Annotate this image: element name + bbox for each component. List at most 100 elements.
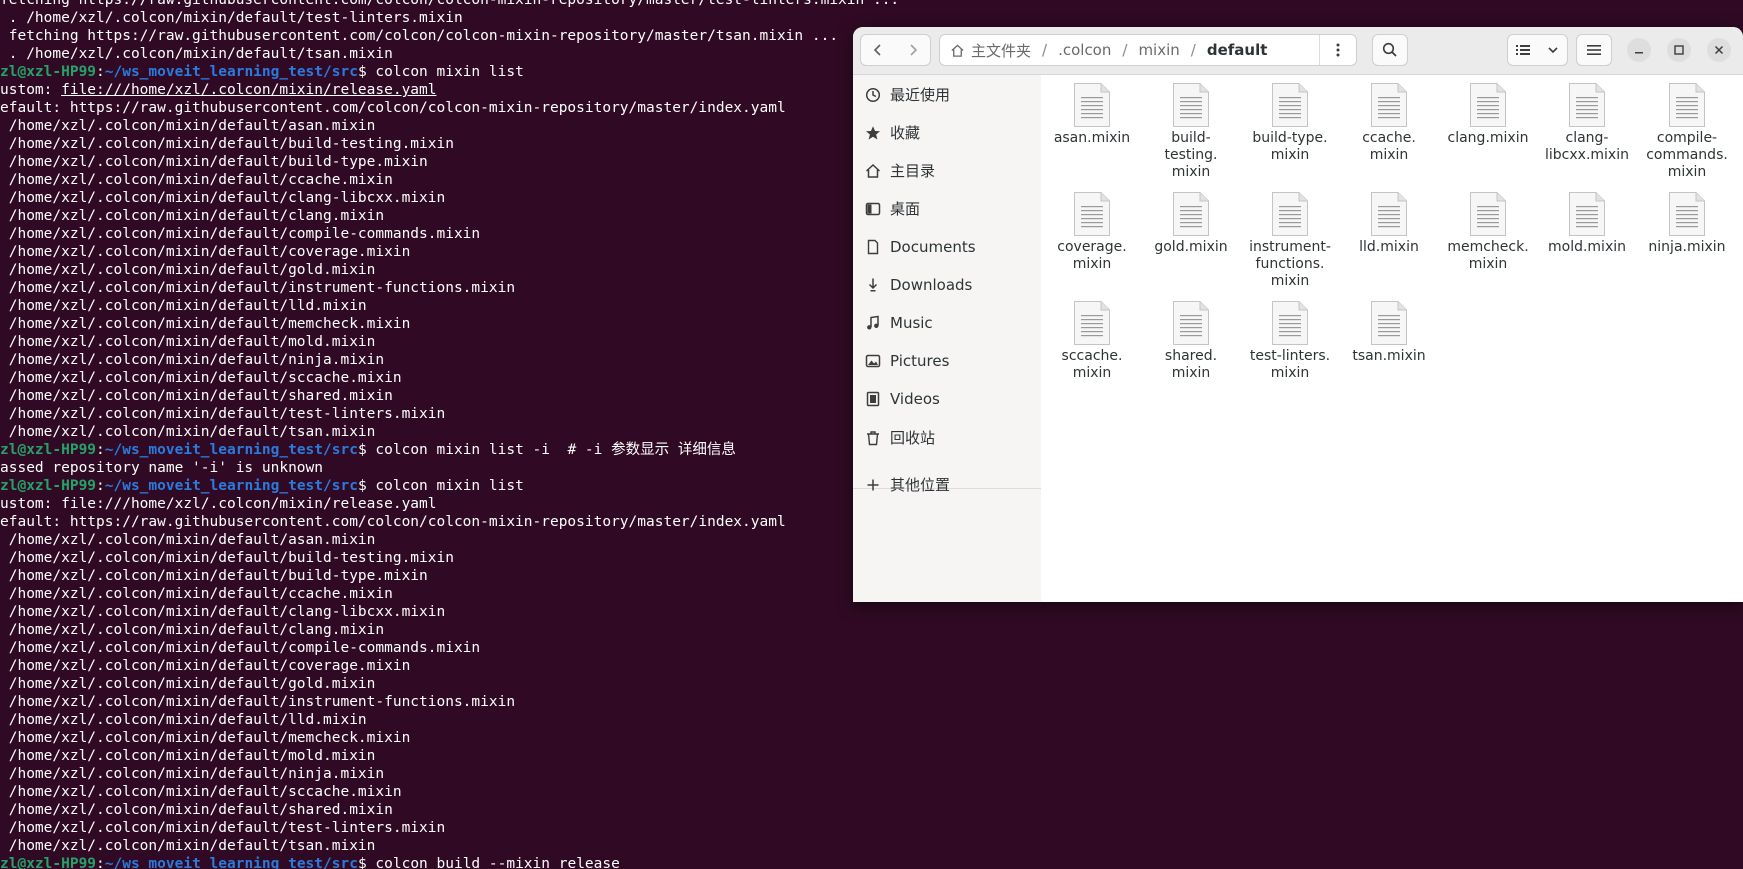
terminal-line: /home/xzl/.colcon/mixin/default/ninja.mi… bbox=[0, 766, 385, 782]
path-segment-mixin[interactable]: mixin bbox=[1138, 41, 1179, 59]
prompt-path: ~/ws_moveit_learning_test/src bbox=[104, 442, 358, 458]
maximize-button[interactable] bbox=[1667, 38, 1691, 62]
sidebar-item-label: Pictures bbox=[890, 352, 950, 370]
minimize-icon bbox=[1635, 52, 1643, 54]
text-file-icon bbox=[1271, 300, 1309, 346]
file-item[interactable]: tsan.mixin bbox=[1341, 293, 1437, 365]
file-item[interactable]: memcheck. mixin bbox=[1440, 184, 1536, 273]
chevron-right-icon bbox=[909, 44, 917, 56]
text-file-icon bbox=[1172, 191, 1210, 237]
file-item[interactable]: build-type. mixin bbox=[1242, 75, 1338, 164]
sidebar-item-desktop[interactable]: 桌面 bbox=[853, 191, 1041, 227]
prompt-dollar: $ bbox=[357, 64, 376, 80]
list-view-button[interactable] bbox=[1507, 34, 1539, 66]
terminal-line: /home/xzl/.colcon/mixin/default/shared.m… bbox=[0, 802, 393, 818]
terminal-line: /home/xzl/.colcon/mixin/default/coverage… bbox=[0, 244, 411, 260]
file-link[interactable]: file:///home/xzl/.colcon/mixin/release.y… bbox=[61, 82, 436, 98]
home-icon bbox=[865, 163, 881, 179]
sidebar-item-label: 主目录 bbox=[890, 162, 936, 180]
sidebar-item-other-locations[interactable]: 其他位置 bbox=[853, 467, 1041, 503]
file-item[interactable]: compile- commands. mixin bbox=[1639, 75, 1735, 181]
path-segment-home[interactable]: 主文件夹 bbox=[971, 40, 1031, 61]
text-file-icon bbox=[1370, 191, 1408, 237]
terminal-line: assed repository name '-i' is unknown bbox=[0, 460, 324, 476]
terminal-line: fetching https://raw.githubusercontent.c… bbox=[0, 0, 900, 8]
terminal-line: /home/xzl/.colcon/mixin/default/gold.mix… bbox=[0, 676, 376, 692]
terminal-line: . /home/xzl/.colcon/mixin/default/tsan.m… bbox=[0, 46, 393, 62]
file-name: asan.mixin bbox=[1053, 130, 1131, 146]
file-item[interactable]: clang.mixin bbox=[1440, 75, 1536, 147]
file-name: mold.mixin bbox=[1547, 239, 1626, 255]
prompt-colon: : bbox=[96, 478, 105, 494]
list-view-icon bbox=[1516, 45, 1530, 55]
file-item[interactable]: gold.mixin bbox=[1143, 184, 1239, 256]
terminal-line: /home/xzl/.colcon/mixin/default/ccache.m… bbox=[0, 586, 393, 602]
close-icon bbox=[1714, 45, 1724, 55]
sidebar-item-recent[interactable]: 最近使用 bbox=[853, 77, 1041, 113]
prompt-dollar: $ bbox=[357, 856, 376, 869]
main-menu-button[interactable] bbox=[1576, 34, 1612, 66]
file-name: gold.mixin bbox=[1154, 239, 1228, 255]
file-name: build-type. mixin bbox=[1252, 130, 1328, 163]
file-item[interactable]: lld.mixin bbox=[1341, 184, 1437, 256]
file-name: shared. mixin bbox=[1164, 348, 1218, 381]
sidebar-item-trash[interactable]: 回收站 bbox=[853, 420, 1041, 456]
forward-button[interactable] bbox=[895, 34, 931, 66]
file-item[interactable]: clang- libcxx.mixin bbox=[1539, 75, 1635, 164]
file-item[interactable]: sccache. mixin bbox=[1044, 293, 1140, 382]
text-file-icon bbox=[1073, 82, 1111, 128]
file-name: test-linters. mixin bbox=[1249, 348, 1331, 381]
sidebar-item-music[interactable]: Music bbox=[853, 305, 1041, 341]
sidebar-item-pictures[interactable]: Pictures bbox=[853, 343, 1041, 379]
terminal-line: /home/xzl/.colcon/mixin/default/ninja.mi… bbox=[0, 352, 385, 368]
file-manager-window: 主文件夹 / .colcon / mixin / default 最近使用 收藏… bbox=[853, 27, 1743, 602]
sidebar-item-downloads[interactable]: Downloads bbox=[853, 267, 1041, 303]
file-item[interactable]: ccache. mixin bbox=[1341, 75, 1437, 164]
file-item[interactable]: test-linters. mixin bbox=[1242, 293, 1338, 382]
sidebar-item-label: 桌面 bbox=[890, 200, 921, 218]
file-item[interactable]: build- testing. mixin bbox=[1143, 75, 1239, 181]
file-item[interactable]: instrument- functions. mixin bbox=[1242, 184, 1338, 290]
command-text: colcon build --mixin release bbox=[375, 856, 620, 869]
minimize-button[interactable] bbox=[1627, 38, 1651, 62]
text-file-icon bbox=[1668, 191, 1706, 237]
sidebar-item-starred[interactable]: 收藏 bbox=[853, 115, 1041, 151]
file-name: tsan.mixin bbox=[1352, 348, 1426, 364]
back-button[interactable] bbox=[860, 34, 896, 66]
terminal-line: /home/xzl/.colcon/mixin/default/mold.mix… bbox=[0, 748, 376, 764]
sidebar-item-label: Videos bbox=[890, 390, 940, 408]
terminal-line: /home/xzl/.colcon/mixin/default/compile-… bbox=[0, 226, 481, 242]
terminal-line: zl@xzl-HP99:~/ws_moveit_learning_test/sr… bbox=[0, 441, 736, 459]
path-segment-colcon[interactable]: .colcon bbox=[1058, 41, 1111, 59]
file-item[interactable]: shared. mixin bbox=[1143, 293, 1239, 382]
file-name: instrument- functions. mixin bbox=[1249, 239, 1331, 289]
close-button[interactable] bbox=[1707, 38, 1731, 62]
search-button[interactable] bbox=[1372, 34, 1408, 66]
prompt-user: zl@xzl-HP99 bbox=[0, 442, 97, 458]
clock-icon bbox=[865, 87, 881, 103]
file-item[interactable]: mold.mixin bbox=[1539, 184, 1635, 256]
prompt-colon: : bbox=[96, 64, 105, 80]
terminal-line: /home/xzl/.colcon/mixin/default/tsan.mix… bbox=[0, 424, 376, 440]
terminal-line: /home/xzl/.colcon/mixin/default/tsan.mix… bbox=[0, 838, 376, 854]
path-segment-default[interactable]: default bbox=[1207, 41, 1268, 59]
view-options-button[interactable] bbox=[1538, 34, 1568, 66]
path-menu-button[interactable] bbox=[1319, 35, 1356, 65]
sidebar-item-label: 其他位置 bbox=[890, 476, 951, 494]
text-file-icon bbox=[1172, 82, 1210, 128]
terminal-line: /home/xzl/.colcon/mixin/default/lld.mixi… bbox=[0, 712, 367, 728]
sidebar-item-documents[interactable]: Documents bbox=[853, 229, 1041, 265]
prompt-user: zl@xzl-HP99 bbox=[0, 856, 97, 869]
sidebar-item-videos[interactable]: Videos bbox=[853, 381, 1041, 417]
terminal-line: /home/xzl/.colcon/mixin/default/instrume… bbox=[0, 280, 516, 296]
plus-icon bbox=[865, 477, 881, 493]
terminal-line: /home/xzl/.colcon/mixin/default/coverage… bbox=[0, 658, 411, 674]
file-item[interactable]: asan.mixin bbox=[1044, 75, 1140, 147]
file-item[interactable]: ninja.mixin bbox=[1639, 184, 1735, 256]
sidebar-item-home[interactable]: 主目录 bbox=[853, 153, 1041, 189]
terminal-line: /home/xzl/.colcon/mixin/default/sccache.… bbox=[0, 784, 402, 800]
file-name: compile- commands. mixin bbox=[1646, 130, 1728, 180]
file-item[interactable]: coverage. mixin bbox=[1044, 184, 1140, 273]
terminal-line: /home/xzl/.colcon/mixin/default/shared.m… bbox=[0, 388, 393, 404]
text-file-icon bbox=[1073, 191, 1111, 237]
